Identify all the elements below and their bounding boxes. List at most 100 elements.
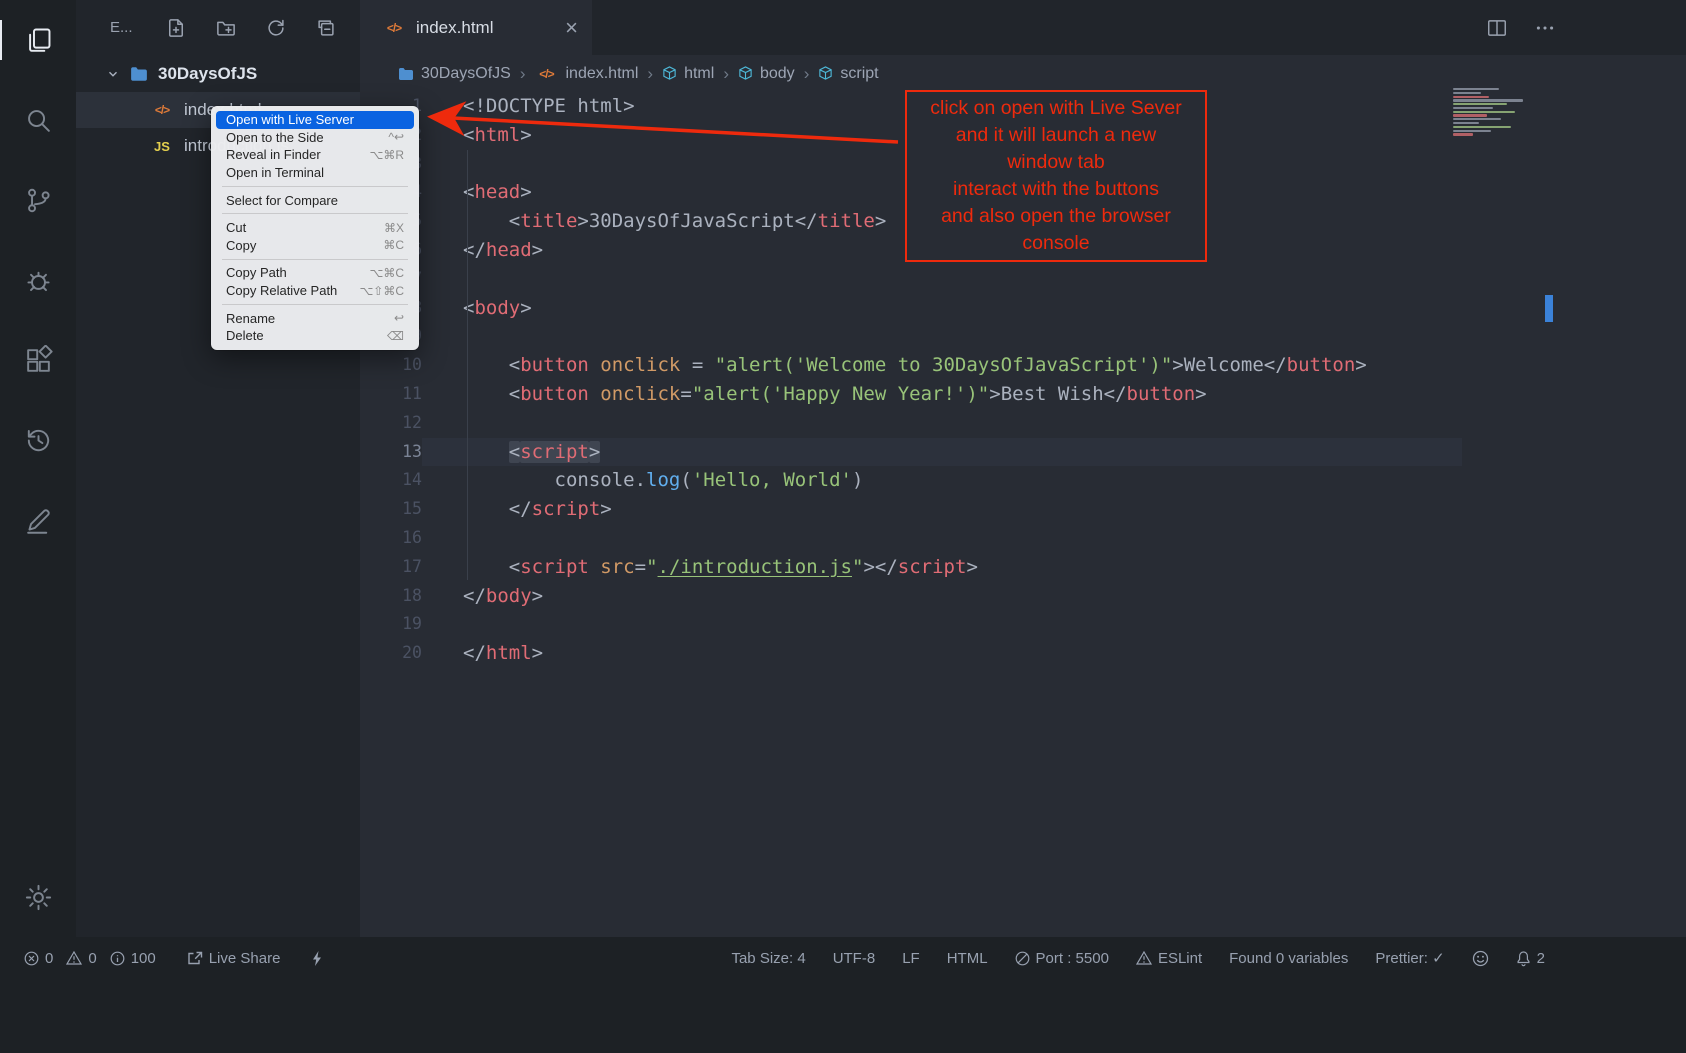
collapse-all-icon[interactable] [316,18,336,38]
menu-item-open-to-the-side[interactable]: Open to the Side^↩ [216,129,414,147]
tab-bar: </> index.html × [360,0,1686,55]
code-line-8[interactable]: 8<body> [360,294,1462,323]
status-item-bolt[interactable] [311,950,323,967]
menu-item-cut[interactable]: Cut⌘X [216,219,414,237]
code-line-11[interactable]: 11 <button onclick="alert('Happy New Yea… [360,380,1462,409]
history-icon[interactable] [0,400,76,480]
menu-item-rename[interactable]: Rename↩ [216,309,414,327]
status-item-found-0-variables[interactable]: Found 0 variables [1229,950,1348,967]
status-item-live-share[interactable]: Live Share [187,950,281,967]
status-item-100[interactable]: 100 [110,950,156,967]
status-item-smiley[interactable] [1472,950,1489,967]
status-right: Tab Size: 4 UTF-8 LF HTML Port : 5500 ESLint F… [731,949,1545,967]
breadcrumb-label: 30DaysOfJS [421,65,511,83]
refresh-icon[interactable] [266,18,286,38]
menu-item-select-for-compare[interactable]: Select for Compare [216,191,414,209]
breadcrumb-label: index.html [565,65,638,83]
code-line-15[interactable]: 15 </script> [360,495,1462,524]
explorer-icon[interactable] [0,0,76,80]
menu-separator [222,186,408,187]
menu-separator [222,213,408,214]
menu-item-delete[interactable]: Delete⌫ [216,327,414,345]
status-item-2[interactable]: 2 [1516,950,1545,967]
sidebar-header: E... [76,0,360,55]
folder-icon [398,67,414,81]
menu-item-copy[interactable]: Copy⌘C [216,237,414,255]
search-icon[interactable] [0,80,76,160]
menu-item-open-with-live-server[interactable]: Open with Live Server [216,111,414,129]
source-control-icon[interactable] [0,160,76,240]
status-strip [0,979,1686,1053]
html-file-icon: </> [150,103,174,117]
extensions-icon[interactable] [0,320,76,400]
annotation-line: interact with the buttons [907,176,1205,203]
code-line-12[interactable]: 12 [360,409,1462,438]
error-icon [24,951,39,966]
code-line-17[interactable]: 17 <script src="./introduction.js"></scr… [360,553,1462,582]
feedback-pen-icon[interactable] [0,480,76,560]
line-number: 17 [360,553,422,582]
breadcrumb-separator: › [804,64,810,84]
code-line-18[interactable]: 18</body> [360,582,1462,611]
status-item-prettier-[interactable]: Prettier: ✓ [1375,949,1444,967]
code-line-20[interactable]: 20</html> [360,639,1462,668]
folder-icon [130,66,148,82]
tab-label: index.html [416,18,493,38]
new-file-icon[interactable] [166,18,186,38]
split-editor-icon[interactable] [1486,17,1508,39]
vscode-window: E... 30DaysOfJS </>index.htmlJSintroduct… [0,0,1686,1053]
breadcrumb-item[interactable]: script [818,65,878,83]
status-bar: 00 100 Live Share Tab Size: 4 UTF-8 LF HTML Po… [0,937,1686,979]
tab-index-html[interactable]: </> index.html × [360,0,592,55]
bell-icon [1516,950,1531,967]
js-file-icon: JS [150,139,174,154]
menu-item-copy-relative-path[interactable]: Copy Relative Path⌥⇧⌘C [216,282,414,300]
code-line-19[interactable]: 19 [360,610,1462,639]
line-number: 10 [360,351,422,380]
status-item-port-5500[interactable]: Port : 5500 [1015,950,1109,967]
code-line-13[interactable]: 13 <script> [360,438,1462,467]
run-debug-icon[interactable] [0,240,76,320]
minimap[interactable] [1453,88,1545,136]
status-item-eslint[interactable]: ESLint [1136,950,1202,967]
warning-icon [66,951,82,965]
folder-row-30daysofjs[interactable]: 30DaysOfJS [76,55,360,92]
breadcrumb-item[interactable]: 30DaysOfJS [398,65,511,83]
breadcrumb-separator: › [723,64,729,84]
code-line-7[interactable]: 7 [360,265,1462,294]
status-item-tab-size-4[interactable]: Tab Size: 4 [731,950,805,967]
status-item-utf-8[interactable]: UTF-8 [833,950,876,967]
menu-item-copy-path[interactable]: Copy Path⌥⌘C [216,264,414,282]
breadcrumb-item[interactable]: </>index.html [534,65,638,83]
line-number: 19 [360,610,422,639]
new-folder-icon[interactable] [216,18,236,38]
code-line-16[interactable]: 16 [360,524,1462,553]
code-line-14[interactable]: 14 console.log('Hello, World') [360,466,1462,495]
symbol-cube-icon [662,66,677,81]
breadcrumb-item[interactable]: body [738,65,795,83]
breadcrumb-item[interactable]: html [662,65,714,83]
status-item-0[interactable]: 0 [66,950,96,967]
lightning-icon [311,950,323,967]
code-line-10[interactable]: 10 <button onclick = "alert('Welcome to … [360,351,1462,380]
menu-item-reveal-in-finder[interactable]: Reveal in Finder⌥⌘R [216,146,414,164]
code-line-9[interactable]: 9 [360,322,1462,351]
status-item-0[interactable]: 0 [24,950,53,967]
indent-guide [467,150,468,580]
line-number: 18 [360,582,422,611]
status-item-lf[interactable]: LF [902,950,920,967]
symbol-cube-icon [738,66,753,81]
line-number: 11 [360,380,422,409]
line-number: 16 [360,524,422,553]
menu-item-open-in-terminal[interactable]: Open in Terminal [216,164,414,182]
annotation-line: console [907,230,1205,257]
settings-gear-icon[interactable] [0,857,76,937]
line-number: 20 [360,639,422,668]
scrollbar-decoration[interactable] [1545,295,1553,322]
status-item-html[interactable]: HTML [947,950,988,967]
context-menu: Open with Live ServerOpen to the Side^↩R… [211,106,419,350]
line-number: 14 [360,466,422,495]
breadcrumb-separator: › [647,64,653,84]
more-actions-icon[interactable] [1534,17,1556,39]
tab-close-icon[interactable]: × [565,17,578,39]
